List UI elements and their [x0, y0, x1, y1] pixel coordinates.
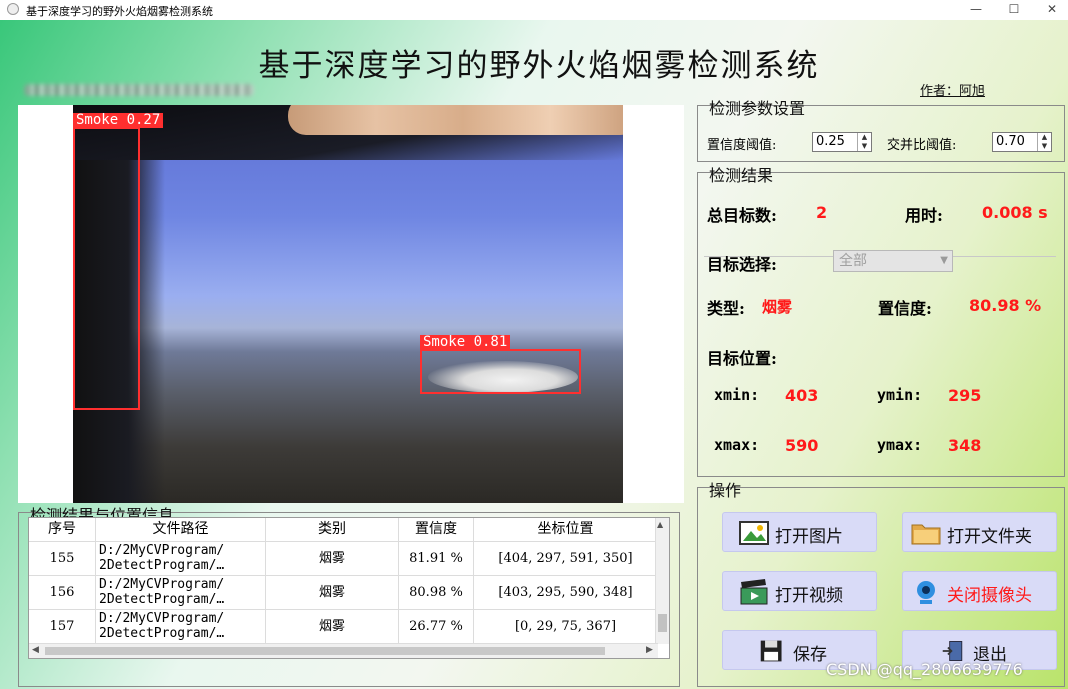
spin-arrows-icon[interactable]: ▲ ▼	[1037, 133, 1051, 151]
table-vertical-scrollbar[interactable]: ▲	[655, 518, 669, 644]
cell-class: 烟雾	[266, 610, 399, 644]
detection-image	[73, 105, 623, 503]
cell-coords: [403, 295, 590, 348]	[474, 576, 658, 610]
maximize-button[interactable]: ☐	[996, 0, 1032, 20]
app-icon	[7, 3, 19, 15]
confidence-value: 80.98 %	[969, 296, 1042, 315]
author-label: 作者：阿旭	[920, 84, 986, 99]
cell-path: D:/2MyCVProgram/ 2DetectProgram/…	[96, 542, 266, 576]
scroll-left-icon[interactable]: ◀	[32, 645, 39, 655]
close-button[interactable]: ✕	[1034, 0, 1068, 20]
target-select-combobox[interactable]: 全部 ▼	[833, 250, 953, 272]
iou-threshold-label: 交并比阈值:	[887, 138, 957, 153]
minimize-button[interactable]: —	[958, 0, 994, 20]
target-select-label: 目标选择:	[707, 255, 777, 274]
ymax-value: 348	[948, 436, 982, 455]
cell-confidence: 26.77 %	[399, 610, 474, 644]
cell-confidence: 81.91 %	[399, 542, 474, 576]
cell-id: 155	[29, 542, 96, 576]
spin-arrows-icon[interactable]: ▲ ▼	[857, 133, 871, 151]
type-label: 类型:	[707, 299, 745, 318]
col-header-confidence[interactable]: 置信度	[399, 518, 474, 542]
window-title: 基于深度学习的野外火焰烟雾检测系统	[26, 5, 213, 18]
watermark: CSDN @qq_2806639776	[826, 660, 1023, 679]
cell-class: 烟雾	[266, 576, 399, 610]
cell-coords: [0, 29, 75, 367]	[474, 610, 658, 644]
folder-icon	[911, 524, 941, 545]
table-horizontal-scrollbar[interactable]: ◀ ▶	[29, 643, 658, 658]
floppy-disk-icon	[760, 640, 782, 662]
close-camera-label: 关闭摄像头	[947, 586, 1032, 606]
blurred-path-text	[24, 84, 254, 96]
iou-threshold-value: 0.70	[996, 134, 1025, 149]
confidence-label: 置信度:	[878, 299, 932, 318]
elapsed-time-label: 用时:	[905, 206, 943, 225]
iou-threshold-spinbox[interactable]: 0.70 ▲ ▼	[992, 132, 1052, 152]
open-folder-button[interactable]: 打开文件夹	[902, 512, 1057, 552]
ymin-value: 295	[948, 386, 982, 405]
open-folder-label: 打开文件夹	[947, 527, 1032, 547]
detection-label-2: Smoke 0.81	[420, 335, 511, 350]
scroll-right-icon[interactable]: ▶	[646, 645, 653, 655]
open-image-label: 打开图片	[775, 527, 843, 547]
type-value: 烟雾	[762, 298, 793, 316]
window-titlebar: 基于深度学习的野外火焰烟雾检测系统 — ☐ ✕	[0, 0, 1068, 20]
cell-id: 156	[29, 576, 96, 610]
xmax-label: xmax:	[714, 436, 760, 454]
conf-threshold-spinbox[interactable]: 0.25 ▲ ▼	[812, 132, 872, 152]
total-targets-value: 2	[816, 203, 828, 222]
save-label: 保存	[793, 645, 827, 665]
cell-confidence: 80.98 %	[399, 576, 474, 610]
open-video-button[interactable]: 打开视频	[722, 571, 877, 611]
target-select-value: 全部	[839, 253, 867, 269]
col-header-class[interactable]: 类别	[266, 518, 399, 542]
xmin-label: xmin:	[714, 386, 760, 404]
total-targets-label: 总目标数:	[707, 206, 777, 225]
xmax-value: 590	[785, 436, 819, 455]
cell-coords: [404, 297, 591, 350]	[474, 542, 658, 576]
scroll-up-icon[interactable]: ▲	[657, 520, 663, 529]
target-position-label: 目标位置:	[707, 349, 777, 368]
detection-box-1: Smoke 0.27	[73, 113, 164, 410]
cell-path: D:/2MyCVProgram/ 2DetectProgram/…	[96, 576, 266, 610]
results-table[interactable]: 序号 文件路径 类别 置信度 坐标位置 155 D:/2MyCVProgram/…	[28, 517, 670, 659]
conf-threshold-value: 0.25	[816, 134, 845, 149]
cell-class: 烟雾	[266, 542, 399, 576]
chevron-down-icon: ▼	[940, 255, 948, 266]
col-header-coords[interactable]: 坐标位置	[474, 518, 658, 542]
detection-box-2: Smoke 0.81	[420, 335, 581, 394]
operations-group-title: 操作	[709, 481, 742, 500]
app-title: 基于深度学习的野外火焰烟雾检测系统	[258, 48, 820, 84]
image-display: Smoke 0.27 Smoke 0.81	[18, 105, 684, 503]
col-header-id[interactable]: 序号	[29, 518, 96, 542]
open-video-label: 打开视频	[775, 586, 843, 606]
scrollbar-thumb[interactable]	[658, 614, 667, 632]
conf-threshold-label: 置信度阈值:	[707, 138, 777, 153]
col-header-path[interactable]: 文件路径	[96, 518, 266, 542]
cell-id: 157	[29, 610, 96, 644]
h-scrollbar-thumb[interactable]	[45, 647, 605, 655]
image-icon	[739, 521, 769, 545]
webcam-icon	[917, 581, 935, 604]
video-clapper-icon	[740, 579, 768, 605]
fingers	[288, 105, 623, 135]
xmin-value: 403	[785, 386, 819, 405]
close-camera-button[interactable]: 关闭摄像头	[902, 571, 1057, 611]
ymin-label: ymin:	[877, 386, 923, 404]
elapsed-time-value: 0.008 s	[982, 203, 1048, 222]
params-group-title: 检测参数设置	[709, 99, 806, 118]
ymax-label: ymax:	[877, 436, 923, 454]
detection-label-1: Smoke 0.27	[73, 113, 164, 128]
results-group-title: 检测结果	[709, 166, 774, 185]
cell-path: D:/2MyCVProgram/ 2DetectProgram/…	[96, 610, 266, 644]
open-image-button[interactable]: 打开图片	[722, 512, 877, 552]
